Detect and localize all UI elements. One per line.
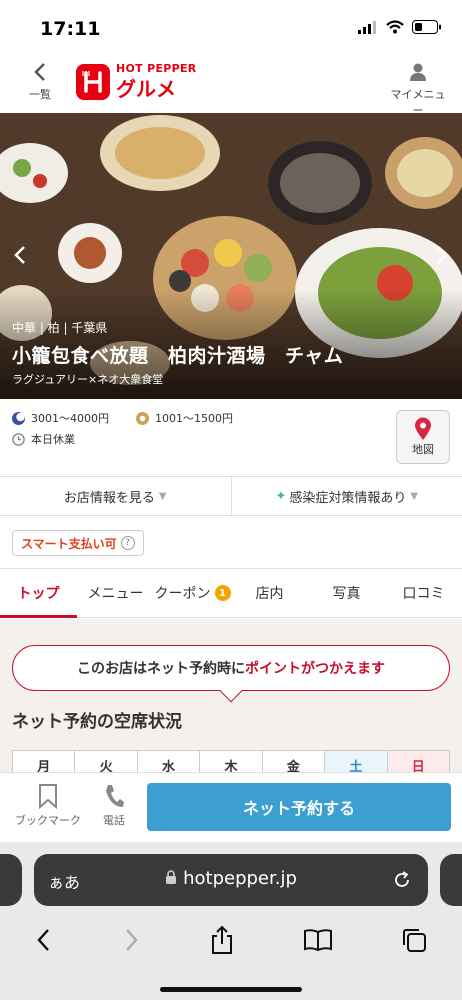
back-button[interactable]: 一覧 [18,62,62,102]
shop-info-button[interactable]: お店情報を見る ▼ [0,477,231,515]
browser-chrome: ぁあ hotpepper.jp [0,842,462,1000]
smart-pay-label: スマート支払い可 [21,536,117,551]
bookmark-label: ブックマーク [15,814,81,827]
prev-image-icon[interactable] [10,243,30,267]
tab-photos-label: 写真 [332,586,361,602]
lock-icon [166,870,177,884]
covid-info-button[interactable]: ✦ 感染症対策情報あり ▼ [230,477,462,515]
shop-tabs: トップ メニュー クーポン 1 店内 写真 口コミ [0,568,462,618]
dinner-budget: 3001～4000円 [12,410,109,426]
logo-text-bottom: グルメ [116,77,176,101]
points-bubble: このお店はネット予約時に ポイントがつかえます [12,645,450,703]
status-time: 17:11 [40,18,101,40]
page: 17:11 一覧 HOT PEPPER グルメ マイメニュー 中華 | 柏 | … [0,0,462,1000]
smart-pay-badge[interactable]: スマート支払い可 ? [12,530,144,556]
help-icon[interactable]: ? [120,536,135,550]
map-label: 地図 [412,443,434,456]
covid-info-label: 感染症対策情報あり [289,490,407,506]
shop-info-label: お店情報を見る [63,490,155,506]
tab-top-label: トップ [17,586,60,602]
tab-menu[interactable]: メニュー [77,569,154,617]
signal-icon [358,21,376,34]
tabs-icon[interactable] [400,926,428,954]
info-buttons: お店情報を見る ▼ ✦ 感染症対策情報あり ▼ [0,476,462,516]
shop-name: 小籠包食べ放題 柏肉汁酒場 チャム [12,345,344,367]
reserve-button[interactable]: ネット予約する [147,783,451,831]
bookmark-icon [39,784,57,810]
back-arrow-icon[interactable] [34,927,54,953]
status-icons [358,20,442,34]
bubble-tail [219,679,243,703]
tab-menu-label: メニュー [87,586,144,602]
battery-icon [412,20,441,34]
reload-icon[interactable] [392,870,412,890]
wifi-icon [386,20,404,34]
bookmarks-book-icon[interactable] [303,928,333,952]
shop-info: 3001～4000円 1001～1500円 本日休業 地図 [0,400,462,476]
tab-photos[interactable]: 写真 [308,569,385,617]
top-content: このお店はネット予約時に ポイントがつかえます ネット予約の空席状況 月 火 水 … [0,619,462,780]
map-button[interactable]: 地図 [396,410,450,464]
shop-genre: 中華 | 柏 | 千葉県 [12,321,108,335]
tab-coupon[interactable]: クーポン 1 [154,569,231,617]
action-bar: ブックマーク 電話 ネット予約する [0,772,462,842]
forward-arrow-icon[interactable] [121,927,141,953]
share-icon[interactable] [209,925,235,955]
browser-nav [0,920,462,960]
moon-icon [12,411,25,425]
points-highlight: ポイントがつかえます [245,661,385,677]
holiday-value: 本日休業 [31,433,75,446]
sun-icon [136,411,149,425]
map-pin-icon [415,417,431,440]
phone-button[interactable]: 電話 [94,783,134,828]
lunch-budget: 1001～1500円 [136,410,233,426]
hotpepper-logo[interactable]: HOT PEPPER グルメ [76,62,197,102]
phone-label: 電話 [103,814,125,827]
points-prefix: このお店はネット予約時に [77,661,245,677]
mymenu-button[interactable]: マイメニュー [386,62,450,118]
phone-icon [106,785,124,807]
back-label: 一覧 [29,88,51,101]
url-text: hotpepper.jp [34,868,428,889]
user-icon [410,63,426,81]
status-bar: 17:11 [0,0,462,56]
prev-tab-pill[interactable] [0,854,22,906]
tab-reviews[interactable]: 口コミ [385,569,462,617]
hero-image[interactable]: 中華 | 柏 | 千葉県 小籠包食べ放題 柏肉汁酒場 チャム ラグジュアリー×ネ… [0,113,462,399]
home-indicator [160,987,302,992]
sparkle-icon: ✦ [275,488,287,504]
holiday-info: 本日休業 [12,431,75,447]
logo-badge-icon [76,64,110,100]
next-tab-pill[interactable] [440,854,462,906]
tab-interior-label: 店内 [255,586,284,602]
url-bar[interactable]: ぁあ hotpepper.jp [34,854,428,906]
tab-top[interactable]: トップ [0,569,77,618]
clock-icon [12,432,25,446]
coupon-count-badge: 1 [214,585,231,601]
bookmark-button[interactable]: ブックマーク [12,783,84,828]
dinner-budget-value: 3001～4000円 [31,412,109,425]
tab-reviews-label: 口コミ [402,586,445,602]
shop-subtitle: ラグジュアリー×ネオ大衆食堂 [12,373,164,386]
tab-coupon-label: クーポン [154,586,211,602]
chevron-down-icon: ▼ [158,490,167,502]
url-value: hotpepper.jp [183,868,297,889]
tab-interior[interactable]: 店内 [231,569,308,617]
next-image-icon[interactable] [432,243,452,267]
seat-section-title: ネット予約の空席状況 [12,712,182,732]
chevron-left-icon [34,63,45,81]
chevron-down-icon: ▼ [410,490,419,502]
app-header: 一覧 HOT PEPPER グルメ マイメニュー [0,56,462,117]
lunch-budget-value: 1001～1500円 [155,412,233,425]
